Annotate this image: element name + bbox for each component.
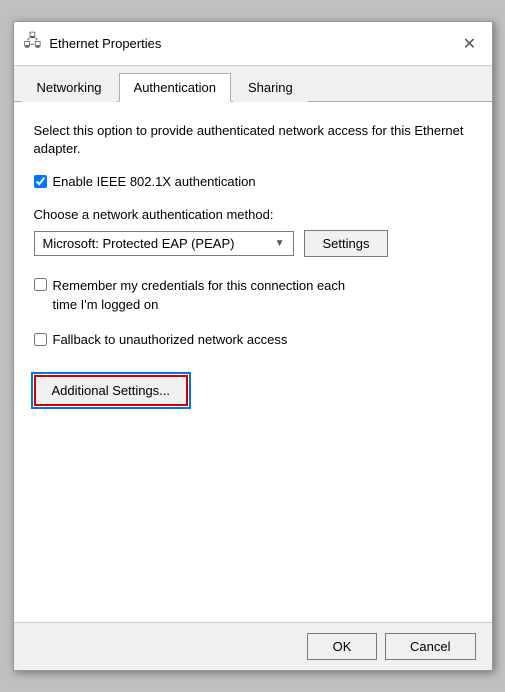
tab-sharing[interactable]: Sharing [233, 73, 308, 102]
remember-credentials-row: Remember my credentials for this connect… [34, 277, 472, 313]
title-bar: 🖧 Ethernet Properties ✕ [14, 22, 492, 66]
remember-credentials-checkbox[interactable] [34, 278, 47, 291]
ok-button[interactable]: OK [307, 633, 377, 660]
enable-ieee-label[interactable]: Enable IEEE 802.1X authentication [53, 174, 256, 189]
tab-content: Select this option to provide authentica… [14, 102, 492, 622]
fallback-row: Fallback to unauthorized network access [34, 332, 472, 347]
close-button[interactable]: ✕ [458, 32, 482, 56]
cancel-button[interactable]: Cancel [385, 633, 475, 660]
fallback-label[interactable]: Fallback to unauthorized network access [53, 332, 288, 347]
settings-button[interactable]: Settings [304, 230, 389, 257]
footer: OK Cancel [14, 622, 492, 670]
ethernet-properties-window: 🖧 Ethernet Properties ✕ Networking Authe… [13, 21, 493, 671]
tab-authentication[interactable]: Authentication [119, 73, 231, 102]
method-row: Microsoft: Protected EAP (PEAP) ▼ Settin… [34, 230, 472, 257]
remember-line1: Remember my credentials for this connect… [53, 277, 346, 295]
title-bar-left: 🖧 Ethernet Properties [24, 30, 162, 57]
auth-method-dropdown[interactable]: Microsoft: Protected EAP (PEAP) ▼ [34, 231, 294, 256]
dropdown-selected-text: Microsoft: Protected EAP (PEAP) [43, 236, 271, 251]
method-label: Choose a network authentication method: [34, 207, 472, 222]
remember-credentials-label[interactable]: Remember my credentials for this connect… [53, 277, 346, 313]
enable-ieee-row: Enable IEEE 802.1X authentication [34, 174, 472, 189]
dropdown-arrow-icon: ▼ [275, 238, 285, 249]
tab-bar: Networking Authentication Sharing [14, 66, 492, 102]
tab-networking[interactable]: Networking [22, 73, 117, 102]
remember-line2: time I'm logged on [53, 296, 346, 314]
enable-ieee-checkbox[interactable] [34, 175, 47, 188]
window-icon: 🖧 [24, 30, 42, 57]
fallback-checkbox[interactable] [34, 333, 47, 346]
description-text: Select this option to provide authentica… [34, 122, 472, 158]
additional-settings-button[interactable]: Additional Settings... [34, 375, 189, 406]
window-title: Ethernet Properties [49, 36, 161, 51]
